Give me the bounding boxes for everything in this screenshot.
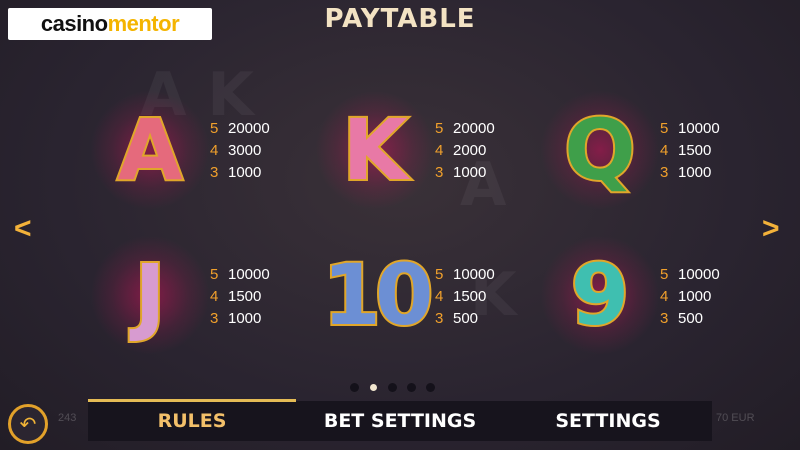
chevron-right-icon[interactable]: > xyxy=(762,212,780,246)
paytable-q: 5 10000 4 1500 3 1000 xyxy=(660,120,720,181)
paytable-j: 5 10000 4 1500 3 1000 xyxy=(210,266,270,327)
back-button[interactable]: ↶ xyxy=(8,404,48,444)
tab-bar: RULES BET SETTINGS SETTINGS xyxy=(88,399,712,441)
paytable-a: 5 20000 4 3000 3 1000 xyxy=(210,120,270,181)
symbol-k: K xyxy=(315,90,435,210)
symbol-glyph: 9 xyxy=(569,246,631,344)
tab-rules[interactable]: RULES xyxy=(88,399,296,441)
page-indicator xyxy=(350,383,435,392)
symbol-glyph: A xyxy=(115,101,184,199)
page-dot[interactable] xyxy=(350,383,359,392)
symbol-9: 9 xyxy=(540,235,660,355)
symbol-q: Q xyxy=(540,90,660,210)
tab-bet-settings[interactable]: BET SETTINGS xyxy=(296,401,504,441)
tab-settings[interactable]: SETTINGS xyxy=(504,401,712,441)
symbol-10: 10 xyxy=(320,240,436,350)
background-balance-box: 70 EUR xyxy=(716,412,755,424)
background-ways-box: 243 xyxy=(58,412,77,424)
page-title: PAYTABLE xyxy=(324,4,476,34)
page-dot[interactable] xyxy=(388,383,397,392)
symbol-glyph: Q xyxy=(562,101,637,199)
symbol-glyph: 10 xyxy=(321,246,436,344)
paytable-10: 5 10000 4 1500 3 500 xyxy=(435,266,495,327)
paytable-9: 5 10000 4 1000 3 500 xyxy=(660,266,720,327)
back-arrow-icon: ↶ xyxy=(19,413,37,436)
chevron-left-icon[interactable]: < xyxy=(14,212,32,246)
symbol-j: J xyxy=(90,235,210,355)
symbol-glyph: J xyxy=(132,246,167,344)
page-dot[interactable] xyxy=(407,383,416,392)
page-dot-active[interactable] xyxy=(370,384,377,391)
page-dot[interactable] xyxy=(426,383,435,392)
symbol-glyph: K xyxy=(340,101,409,199)
paytable-k: 5 20000 4 2000 3 1000 xyxy=(435,120,495,181)
symbol-a: A xyxy=(90,90,210,210)
